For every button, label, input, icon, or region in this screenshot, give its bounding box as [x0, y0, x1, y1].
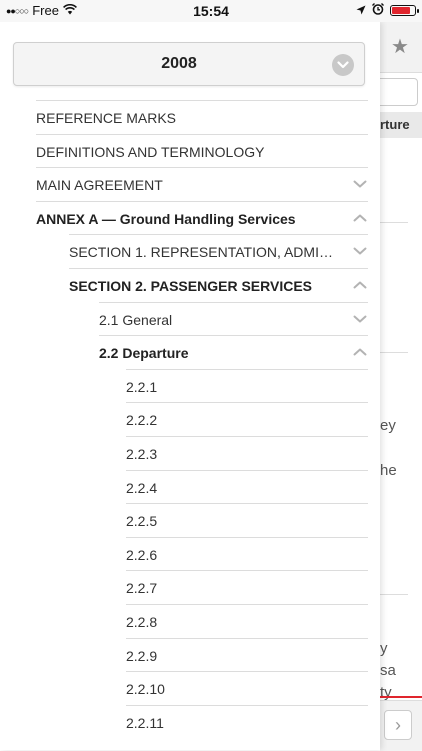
divider — [380, 594, 408, 595]
toc-item-label: SECTION 2. PASSENGER SERVICES — [69, 278, 312, 294]
toc-item-label: 2.2.10 — [126, 681, 165, 698]
toc-item[interactable]: 2.2 Departure — [99, 335, 368, 368]
chevron-down-icon[interactable] — [352, 243, 368, 259]
toc-item-label: 2.2.4 — [126, 479, 158, 496]
toc-item-label: 2.2.3 — [126, 446, 158, 462]
toc-item-label: 2.2.2 — [126, 412, 158, 429]
tab-departure[interactable]: rture — [380, 112, 422, 138]
toc-item[interactable]: ANNEX A — Ground Handling Services — [36, 200, 368, 234]
chevron-up-icon[interactable] — [352, 277, 368, 293]
toc-item[interactable]: 2.2.5 — [126, 503, 368, 536]
toc-item-label: 2.2.6 — [126, 546, 158, 563]
chevron-up-icon[interactable] — [352, 210, 368, 226]
toc-item[interactable]: 2.2.9 — [126, 637, 368, 671]
toc-item[interactable]: 2.1 General — [99, 301, 368, 335]
alarm-clock-icon — [372, 3, 384, 18]
divider — [380, 222, 408, 223]
body-text-fragment: sa — [380, 662, 396, 679]
location-arrow-icon — [356, 4, 366, 18]
toc-item[interactable]: 2.2.11 — [126, 704, 368, 738]
toc-item[interactable]: 2.2.8 — [126, 604, 368, 637]
year-select[interactable]: 2008 — [13, 42, 365, 86]
toc-item-label: 2.1 General — [99, 311, 173, 328]
toc-item[interactable]: 2.2.3 — [126, 436, 368, 469]
chevron-down-icon[interactable] — [352, 176, 368, 192]
year-select-value: 2008 — [161, 55, 197, 72]
toc-item-label: 2.2.9 — [126, 647, 158, 664]
toc-drawer: 2008 REFERENCE MARKS DEFINITIONS AND TERM… — [0, 22, 380, 750]
toc-item[interactable]: MAIN AGREEMENT — [36, 167, 368, 200]
favorite-star-icon[interactable]: ★ — [391, 34, 409, 59]
body-text-fragment: ty — [380, 684, 392, 701]
toc-item[interactable]: 2.2.4 — [126, 469, 368, 503]
toc-item[interactable]: SECTION 1. REPRESENTATION, ADMINISTR… — [69, 234, 368, 267]
body-text-fragment: he — [380, 462, 397, 479]
battery-level — [392, 7, 410, 14]
body-text-fragment: ey — [380, 417, 396, 434]
body-text-fragment: y — [380, 640, 388, 657]
chevron-up-icon[interactable] — [352, 344, 368, 360]
toc-item-label: 2.2 Departure — [99, 345, 189, 362]
chevron-right-icon: › — [395, 715, 401, 735]
toc-item-label: 2.2.5 — [126, 513, 158, 530]
chevron-down-icon — [332, 54, 354, 76]
toc-item[interactable]: 2.2.1 — [126, 368, 368, 402]
toc-item-label: 2.2.8 — [126, 614, 158, 630]
battery-icon — [390, 5, 419, 16]
toc-item[interactable]: SECTION 2. PASSENGER SERVICES — [69, 268, 368, 301]
next-page-button[interactable]: › — [384, 710, 412, 740]
chevron-down-icon[interactable] — [352, 311, 368, 327]
toc-item[interactable]: 2.2.2 — [126, 402, 368, 435]
toc-item-label: REFERENCE MARKS — [36, 110, 177, 126]
footer-accent-line — [380, 696, 422, 698]
toc-item-label: 2.2.11 — [126, 714, 164, 731]
divider — [380, 352, 408, 353]
toc-item[interactable]: 2.2.6 — [126, 536, 368, 570]
toc-item-label: 2.2.1 — [126, 378, 158, 395]
toc-item[interactable]: 2.2.10 — [126, 671, 368, 704]
toc-item-label: 2.2.7 — [126, 580, 158, 597]
toc-item[interactable]: REFERENCE MARKS — [36, 100, 368, 133]
toc-item[interactable]: 2.2.7 — [126, 570, 368, 603]
toc-item-label: MAIN AGREEMENT — [36, 177, 163, 194]
status-bar: ●●○○○ Free 15:54 — [0, 0, 422, 22]
toc-item-label: ANNEX A — Ground Handling Services — [36, 210, 296, 227]
toc-item[interactable]: DEFINITIONS AND TERMINOLOGY — [36, 133, 368, 167]
toc-item-label: SECTION 1. REPRESENTATION, ADMINISTR… — [69, 244, 340, 261]
tab-departure-label: rture — [380, 117, 410, 132]
toc-item-label: DEFINITIONS AND TERMINOLOGY — [36, 143, 265, 160]
